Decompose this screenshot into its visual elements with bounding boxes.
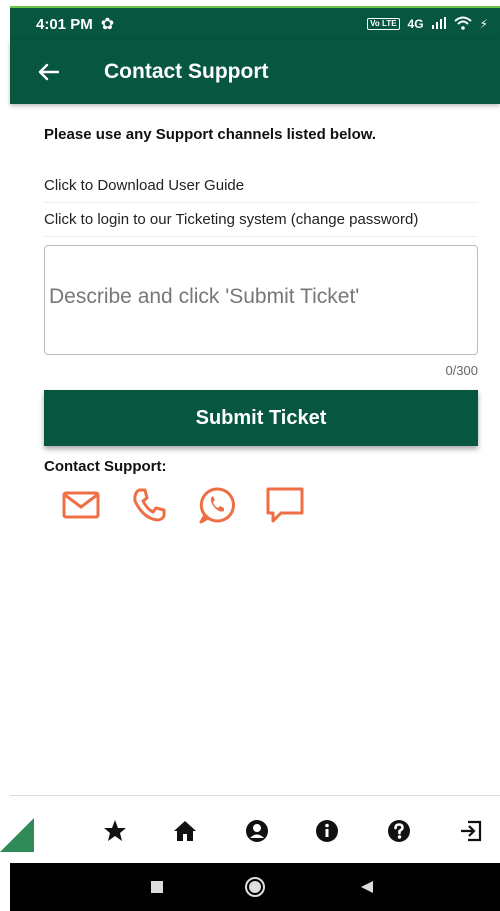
help-icon [388, 820, 410, 842]
signal-icon [431, 16, 446, 32]
status-bar: 4:01 PM ✿ Vo LTE 4G ⚡ [10, 8, 500, 40]
home-icon [174, 821, 196, 841]
home-nav-button[interactable] [170, 816, 200, 846]
ticket-description-input[interactable] [49, 282, 473, 318]
back-button[interactable] [20, 40, 76, 104]
gear-icon: ✿ [100, 16, 115, 33]
decorative-corner [0, 818, 34, 852]
status-icons: Vo LTE 4G ⚡ [367, 16, 488, 33]
submit-ticket-button[interactable]: Submit Ticket [44, 390, 478, 446]
arrow-left-icon [38, 63, 59, 81]
info-icon [316, 820, 338, 842]
back-system-button[interactable] [355, 875, 379, 899]
favorites-nav-button[interactable] [100, 816, 130, 846]
whatsapp-icon[interactable] [194, 485, 240, 525]
star-icon [104, 820, 126, 841]
logout-icon [461, 820, 482, 842]
page-title: Contact Support [104, 60, 269, 83]
info-nav-button[interactable] [312, 816, 342, 846]
home-system-button[interactable] [243, 875, 267, 899]
circle-icon [245, 877, 265, 897]
app-bar: Contact Support [10, 40, 500, 104]
support-content: Please use any Support channels listed b… [44, 126, 478, 525]
download-user-guide-link[interactable]: Click to Download User Guide [44, 173, 478, 203]
wifi-icon [453, 16, 472, 33]
contact-support-label: Contact Support: [44, 458, 167, 475]
square-icon [151, 881, 163, 893]
status-time: 4:01 PM [36, 15, 93, 33]
chat-icon[interactable] [262, 485, 308, 525]
volte-icon: Vo LTE [367, 18, 400, 30]
triangle-back-icon [361, 881, 373, 893]
recents-button[interactable] [145, 875, 169, 899]
mail-icon[interactable] [58, 485, 104, 525]
network-label: 4G [407, 17, 424, 31]
profile-icon [246, 820, 268, 842]
phone-icon[interactable] [126, 485, 172, 525]
logout-nav-button[interactable] [456, 816, 486, 846]
profile-nav-button[interactable] [242, 816, 272, 846]
character-counter: 0/300 [445, 363, 478, 378]
help-nav-button[interactable] [384, 816, 414, 846]
bottom-nav [10, 795, 500, 863]
system-navigation-bar [10, 863, 500, 911]
contact-icons [58, 485, 478, 525]
ticketing-login-link[interactable]: Click to login to our Ticketing system (… [44, 207, 478, 237]
battery-charging-icon: ⚡ [479, 17, 488, 31]
ticket-description-box[interactable] [44, 245, 478, 355]
intro-text: Please use any Support channels listed b… [44, 126, 377, 143]
